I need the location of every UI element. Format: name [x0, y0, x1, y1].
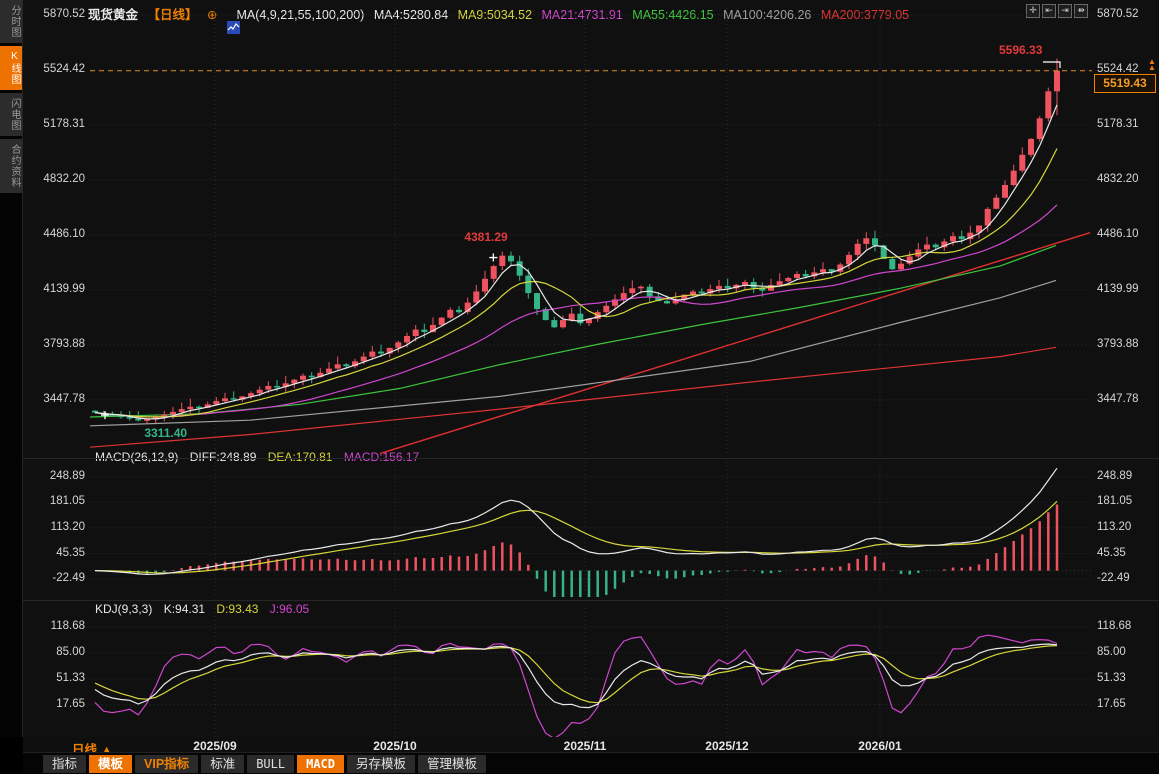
corner-spacer: [0, 737, 23, 774]
timeline-tick: 2025/09: [185, 739, 245, 753]
sidebar-item-contract-info[interactable]: 合约资料: [0, 139, 22, 193]
macd-title[interactable]: MACD(26,12,9): [95, 450, 178, 464]
axis-label: 113.20: [1097, 521, 1131, 533]
axis-label: 181.05: [1097, 495, 1132, 507]
axis-label: 85.00: [1097, 646, 1126, 658]
candlestick-panel[interactable]: [90, 8, 1092, 455]
timeline-tick: 2026/01: [850, 739, 910, 753]
high-price-annotation: 5596.33: [999, 43, 1042, 57]
bottom-tabbar: 指标 模板 VIP指标 标准 BULL MACD 另存模板 管理模板: [23, 752, 1159, 774]
timeline-tick: 2025/12: [697, 739, 757, 753]
axis-label: 4139.99: [1097, 283, 1139, 295]
macd-diff-value: DIFF:248.89: [190, 450, 257, 464]
panel-divider[interactable]: [23, 458, 1159, 459]
axis-label: 3793.88: [28, 338, 85, 350]
axis-label: 5178.31: [1097, 118, 1139, 130]
axis-label: 3447.78: [28, 393, 85, 405]
scroll-up-arrows-icon[interactable]: ▲▲: [1148, 59, 1156, 71]
sidebar-item-lightning-chart[interactable]: 闪电图: [0, 93, 22, 136]
tab-standard[interactable]: 标准: [201, 755, 244, 773]
macd-hist-value: MACD:156.17: [344, 450, 419, 464]
axis-label: 248.89: [28, 470, 85, 482]
axis-label: 45.35: [28, 547, 85, 559]
sidebar-item-timeshare-chart[interactable]: 分时图: [0, 0, 22, 43]
kdj-header: KDJ(9,3,3) K:94.31 D:93.43 J:96.05: [95, 602, 317, 616]
axis-label: 85.00: [28, 646, 85, 658]
axis-label: 5178.31: [28, 118, 85, 130]
axis-label: 3793.88: [1097, 338, 1139, 350]
axis-label: 17.65: [28, 698, 85, 710]
axis-label: 4486.10: [1097, 228, 1139, 240]
kdj-title[interactable]: KDJ(9,3,3): [95, 602, 152, 616]
panel-divider[interactable]: [23, 600, 1159, 601]
axis-label: 17.65: [1097, 698, 1126, 710]
low-price-annotation: 3311.40: [144, 426, 187, 440]
axis-label: 5870.52: [28, 8, 85, 20]
tab-bull[interactable]: BULL: [247, 755, 294, 773]
axis-label: 4139.99: [28, 283, 85, 295]
macd-panel[interactable]: [90, 462, 1092, 597]
kdj-panel[interactable]: [90, 608, 1092, 737]
last-price-tag: 5519.43: [1094, 74, 1156, 93]
axis-label: 248.89: [1097, 470, 1132, 482]
axis-label: 3447.78: [1097, 393, 1139, 405]
tab-manage-templates[interactable]: 管理模板: [418, 755, 486, 773]
axis-label: 118.68: [28, 620, 85, 632]
trading-app-window: 分时图 K线图 闪电图 合约资料 现货黄金 【日线】 ⊕ MA(4,9,21,5…: [0, 0, 1159, 774]
tab-macd[interactable]: MACD: [297, 755, 344, 773]
axis-label: 181.05: [28, 495, 85, 507]
kdj-d-value: D:93.43: [216, 602, 258, 616]
axis-label: 5524.42: [1097, 63, 1139, 75]
macd-header: MACD(26,12,9) DIFF:248.89 DEA:170.81 MAC…: [95, 450, 427, 464]
axis-label: 5524.42: [28, 63, 85, 75]
axis-label: 4832.20: [1097, 173, 1139, 185]
axis-label: -22.49: [1097, 572, 1130, 584]
kdj-j-value: J:96.05: [270, 602, 309, 616]
axis-label: 45.35: [1097, 547, 1126, 559]
axis-label: 4486.10: [28, 228, 85, 240]
tab-save-template[interactable]: 另存模板: [347, 755, 415, 773]
axis-label: 4832.20: [28, 173, 85, 185]
timeline-tick: 2025/11: [555, 739, 615, 753]
axis-label: 51.33: [1097, 672, 1126, 684]
sidebar: 分时图 K线图 闪电图 合约资料: [0, 0, 23, 774]
axis-label: 51.33: [28, 672, 85, 684]
macd-dea-value: DEA:170.81: [268, 450, 333, 464]
sidebar-item-kline-chart[interactable]: K线图: [0, 46, 22, 90]
kdj-k-value: K:94.31: [164, 602, 205, 616]
peak-price-annotation: 4381.29: [464, 230, 507, 244]
tab-indicators[interactable]: 指标: [43, 755, 86, 773]
tab-templates[interactable]: 模板: [89, 755, 132, 773]
axis-label: 118.68: [1097, 620, 1131, 632]
axis-label: -22.49: [28, 572, 85, 584]
tab-vip-indicators[interactable]: VIP指标: [135, 755, 198, 773]
timeline-tick: 2025/10: [365, 739, 425, 753]
axis-label: 5870.52: [1097, 8, 1139, 20]
axis-label: 113.20: [28, 521, 85, 533]
